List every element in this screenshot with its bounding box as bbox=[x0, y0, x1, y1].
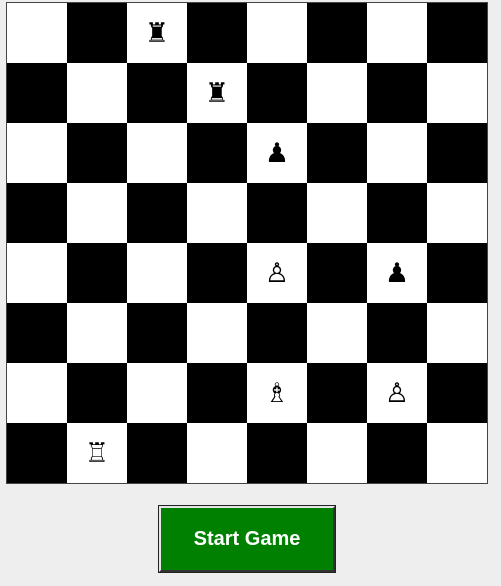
square-g4[interactable]: ♟ bbox=[367, 243, 427, 303]
black-rook-icon[interactable]: ♜ bbox=[145, 20, 169, 47]
square-g1[interactable] bbox=[367, 423, 427, 483]
square-e3[interactable] bbox=[247, 303, 307, 363]
square-e8[interactable] bbox=[247, 3, 307, 63]
square-a1[interactable] bbox=[7, 423, 67, 483]
square-b6[interactable] bbox=[67, 123, 127, 183]
square-b8[interactable] bbox=[67, 3, 127, 63]
square-h7[interactable] bbox=[427, 63, 487, 123]
square-a7[interactable] bbox=[7, 63, 67, 123]
square-d5[interactable] bbox=[187, 183, 247, 243]
square-e1[interactable] bbox=[247, 423, 307, 483]
square-e4[interactable]: ♙ bbox=[247, 243, 307, 303]
square-f8[interactable] bbox=[307, 3, 367, 63]
square-a3[interactable] bbox=[7, 303, 67, 363]
square-h8[interactable] bbox=[427, 3, 487, 63]
square-e2[interactable]: ♗ bbox=[247, 363, 307, 423]
square-b4[interactable] bbox=[67, 243, 127, 303]
square-e7[interactable] bbox=[247, 63, 307, 123]
square-g5[interactable] bbox=[367, 183, 427, 243]
square-h4[interactable] bbox=[427, 243, 487, 303]
square-h1[interactable] bbox=[427, 423, 487, 483]
chess-board: ♜ ♜ ♟ ♙ ♟ ♗ ♙ ♖ bbox=[6, 2, 488, 484]
square-g8[interactable] bbox=[367, 3, 427, 63]
square-f2[interactable] bbox=[307, 363, 367, 423]
square-g2[interactable]: ♙ bbox=[367, 363, 427, 423]
square-h5[interactable] bbox=[427, 183, 487, 243]
square-h6[interactable] bbox=[427, 123, 487, 183]
square-b2[interactable] bbox=[67, 363, 127, 423]
square-d1[interactable] bbox=[187, 423, 247, 483]
square-f5[interactable] bbox=[307, 183, 367, 243]
square-c2[interactable] bbox=[127, 363, 187, 423]
square-g6[interactable] bbox=[367, 123, 427, 183]
square-a4[interactable] bbox=[7, 243, 67, 303]
square-c8[interactable]: ♜ bbox=[127, 3, 187, 63]
square-c3[interactable] bbox=[127, 303, 187, 363]
white-pawn-icon[interactable]: ♙ bbox=[385, 380, 409, 407]
square-b7[interactable] bbox=[67, 63, 127, 123]
square-c7[interactable] bbox=[127, 63, 187, 123]
square-e5[interactable] bbox=[247, 183, 307, 243]
square-a6[interactable] bbox=[7, 123, 67, 183]
square-b1[interactable]: ♖ bbox=[67, 423, 127, 483]
white-bishop-icon[interactable]: ♗ bbox=[265, 380, 289, 407]
square-d8[interactable] bbox=[187, 3, 247, 63]
black-pawn-icon[interactable]: ♟ bbox=[385, 260, 409, 287]
square-b5[interactable] bbox=[67, 183, 127, 243]
square-f6[interactable] bbox=[307, 123, 367, 183]
square-g3[interactable] bbox=[367, 303, 427, 363]
square-f3[interactable] bbox=[307, 303, 367, 363]
square-c5[interactable] bbox=[127, 183, 187, 243]
square-f7[interactable] bbox=[307, 63, 367, 123]
square-d4[interactable] bbox=[187, 243, 247, 303]
square-d6[interactable] bbox=[187, 123, 247, 183]
square-a2[interactable] bbox=[7, 363, 67, 423]
square-h2[interactable] bbox=[427, 363, 487, 423]
square-g7[interactable] bbox=[367, 63, 427, 123]
square-b3[interactable] bbox=[67, 303, 127, 363]
square-a5[interactable] bbox=[7, 183, 67, 243]
square-c6[interactable] bbox=[127, 123, 187, 183]
square-h3[interactable] bbox=[427, 303, 487, 363]
white-rook-icon[interactable]: ♖ bbox=[85, 440, 109, 467]
square-c4[interactable] bbox=[127, 243, 187, 303]
start-game-button[interactable]: Start Game bbox=[158, 505, 336, 573]
square-a8[interactable] bbox=[7, 3, 67, 63]
square-f1[interactable] bbox=[307, 423, 367, 483]
square-c1[interactable] bbox=[127, 423, 187, 483]
black-rook-icon[interactable]: ♜ bbox=[205, 80, 229, 107]
square-d3[interactable] bbox=[187, 303, 247, 363]
square-f4[interactable] bbox=[307, 243, 367, 303]
black-pawn-icon[interactable]: ♟ bbox=[265, 140, 289, 167]
square-d7[interactable]: ♜ bbox=[187, 63, 247, 123]
white-pawn-icon[interactable]: ♙ bbox=[265, 260, 289, 287]
square-e6[interactable]: ♟ bbox=[247, 123, 307, 183]
square-d2[interactable] bbox=[187, 363, 247, 423]
